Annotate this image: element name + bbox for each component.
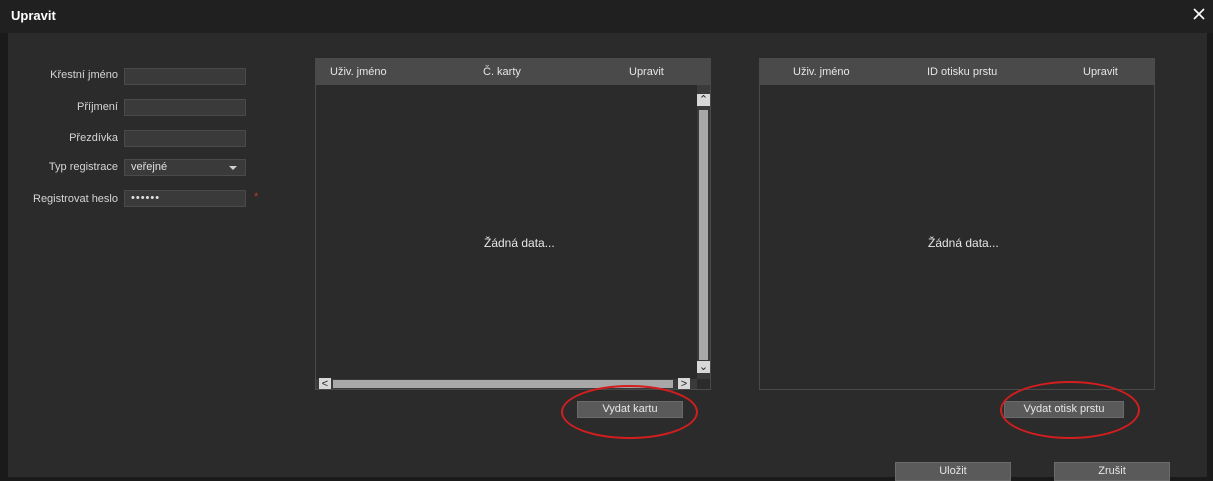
dialog-titlebar: Upravit — [0, 0, 1213, 33]
right-edge — [1207, 33, 1213, 481]
registration-type-value: veřejné — [131, 161, 168, 173]
column-edit[interactable]: Upravit — [1083, 66, 1118, 78]
register-password-label: Registrovat heslo — [33, 193, 118, 205]
scroll-down-button[interactable]: ⌄ — [697, 361, 710, 373]
required-marker: * — [254, 191, 259, 203]
chevron-down-icon — [229, 166, 237, 170]
cards-empty-text: Žádná data... — [484, 236, 555, 250]
column-card-number[interactable]: Č. karty — [483, 66, 521, 78]
left-edge — [0, 33, 8, 481]
fingerprint-table-header: Uživ. jméno ID otisku prstu Upravit — [760, 59, 1154, 85]
nickname-label: Přezdívka — [69, 132, 118, 144]
save-button[interactable]: Uložit — [895, 462, 1011, 481]
last-name-label: Příjmení — [77, 101, 118, 113]
column-username[interactable]: Uživ. jméno — [793, 66, 850, 78]
issue-card-highlight — [561, 385, 698, 439]
column-username[interactable]: Uživ. jméno — [330, 66, 387, 78]
registration-type-label: Typ registrace — [48, 161, 118, 173]
cards-table-header: Uživ. jméno Č. karty Upravit — [316, 59, 710, 85]
scroll-right-button[interactable]: > — [678, 378, 690, 390]
edit-user-dialog: Upravit Křestní jméno Příjmení Přezdívka… — [0, 0, 1213, 481]
column-fingerprint-id[interactable]: ID otisku prstu — [927, 66, 997, 78]
scroll-up-button[interactable]: ⌃ — [697, 94, 710, 106]
scroll-left-button[interactable]: < — [319, 378, 331, 390]
fingerprint-table: Uživ. jméno ID otisku prstu Upravit Žádn… — [759, 58, 1155, 390]
fingerprint-empty-text: Žádná data... — [928, 236, 999, 250]
issue-fingerprint-highlight — [1000, 381, 1140, 439]
bottom-edge — [0, 477, 1213, 481]
cards-vertical-scrollbar[interactable]: ⌃ ⌄ — [697, 85, 710, 379]
nickname-input[interactable] — [124, 130, 246, 147]
first-name-label: Křestní jméno — [50, 69, 118, 81]
cancel-button[interactable]: Zrušit — [1054, 462, 1170, 481]
dialog-title: Upravit — [11, 8, 56, 23]
last-name-input[interactable] — [124, 99, 246, 116]
register-password-input[interactable]: •••••• — [124, 190, 246, 207]
cards-vertical-thumb[interactable] — [699, 110, 708, 360]
close-icon[interactable] — [1191, 6, 1207, 22]
cards-table: Uživ. jméno Č. karty Upravit Žádná data.… — [315, 58, 711, 390]
column-edit[interactable]: Upravit — [629, 66, 664, 78]
first-name-input[interactable] — [124, 68, 246, 85]
registration-type-select[interactable]: veřejné — [124, 159, 246, 176]
